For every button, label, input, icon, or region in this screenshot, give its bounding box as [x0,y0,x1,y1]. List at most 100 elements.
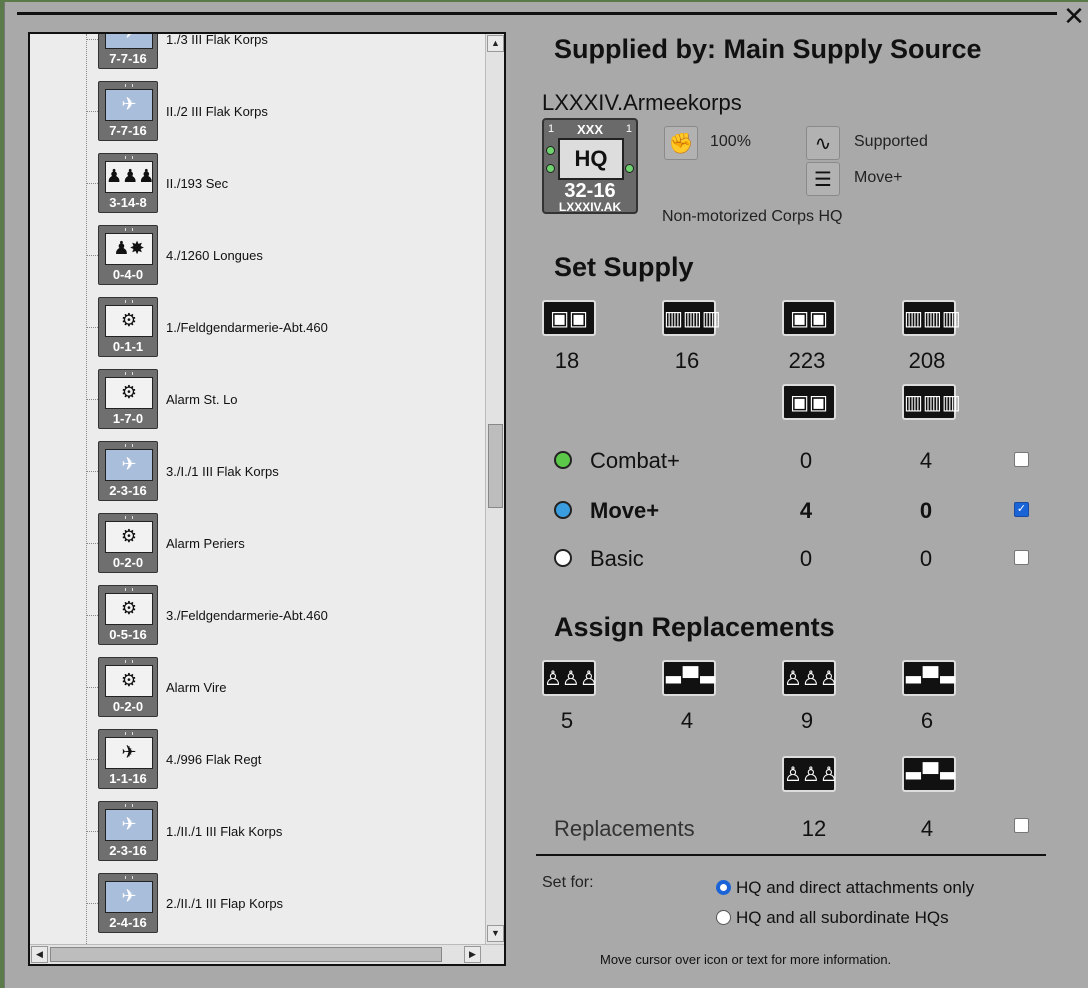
tree-branch [86,327,98,328]
infantry-icon[interactable]: ♙♙♙ [782,756,838,792]
fuel-icon[interactable]: ☰ [806,162,840,196]
unit-name[interactable]: II./2 III Flak Korps [166,104,268,119]
unit-symbol: ⚙ [105,305,153,337]
unit-size-pip [125,804,133,807]
unit-counter[interactable]: ♟✸ 0-4-0 [98,225,158,285]
unit-name[interactable]: II./193 Sec [166,176,228,191]
tree-branch [86,543,98,544]
replacements-checkbox[interactable] [1014,818,1029,833]
tank-icon[interactable]: ▬▀▬ [902,756,957,792]
replacements-label[interactable]: Replacements [554,816,695,842]
unit-list[interactable]: ✈ 7-7-16 1./3 III Flak Korps ✈ 7-7-16 II./2 I… [28,32,506,966]
list-item[interactable]: ⚙ 0-1-1 1./Feldgendarmerie-Abt.460 [30,292,485,364]
scroll-left-icon[interactable]: ◀ [31,946,48,963]
unit-name[interactable]: 4./1260 Longues [166,248,263,263]
list-item[interactable]: ✈ 7-7-16 1./3 III Flak Korps [30,34,485,76]
hq-counter[interactable]: 1 XXX 1 HQ 32-16 LXXXIV.AK [542,118,638,214]
supply-level-checkbox[interactable] [1014,452,1029,467]
fuel-icon[interactable]: ▥▥▥ [662,300,721,336]
unit-name[interactable]: 3./Feldgendarmerie-Abt.460 [166,608,328,623]
unit-size-pip [125,588,133,591]
supply-level-value: 0 [919,546,933,571]
fuel-icon[interactable]: ▥▥▥ [902,300,961,336]
unit-counter[interactable]: ✈ 2-3-16 [98,441,158,501]
unit-counter[interactable]: ✈ 1-1-16 [98,729,158,789]
unit-type-icon: ⚙ [120,310,138,331]
unit-counter[interactable]: ✈ 7-7-16 [98,34,158,69]
infantry-icon[interactable]: ♙♙♙ [782,660,838,696]
unit-counter[interactable]: ⚙ 0-5-16 [98,585,158,645]
set-for-all-label[interactable]: HQ and all subordinate HQs [736,908,949,928]
unit-counter[interactable]: ✈ 2-4-16 [98,873,158,933]
supply-level-value: 0 [919,498,933,523]
unit-counter[interactable]: ⚙ 0-2-0 [98,513,158,573]
horizontal-scrollbar[interactable]: ◀ ▶ [30,944,504,964]
replacement-value: 6 [920,708,934,733]
hq-type: Non-motorized Corps HQ [662,208,843,225]
list-item[interactable]: ✈ 2-3-16 3./I./1 III Flak Korps [30,436,485,508]
unit-name[interactable]: 3./I./1 III Flak Korps [166,464,279,479]
list-item[interactable]: ✈ 2-3-16 1./II./1 III Flak Korps [30,796,485,868]
set-for-all-radio[interactable] [716,910,731,925]
supply-level-checkbox[interactable]: ✓ [1014,502,1029,517]
move-status-label[interactable]: Move+ [854,169,902,187]
supply-value: 18 [554,348,580,373]
supply-level-checkbox[interactable] [1014,550,1029,565]
unit-name[interactable]: 1./3 III Flak Korps [166,34,268,47]
status-led-icon [625,164,634,173]
wave-icon[interactable]: ∿ [806,126,840,160]
list-item[interactable]: ✈ 7-7-16 II./2 III Flak Korps [30,76,485,148]
set-for-direct-radio[interactable] [716,880,731,895]
ammo-icon[interactable]: ▣▣ [542,300,596,336]
list-item[interactable]: ⚙ 1-7-0 Alarm St. Lo [30,364,485,436]
list-item[interactable]: ⚙ 0-5-16 3./Feldgendarmerie-Abt.460 [30,580,485,652]
ammo-icon[interactable]: ▣▣ [782,384,836,420]
unit-strength: 1-7-0 [112,411,144,426]
unit-name[interactable]: 4./996 Flak Regt [166,752,261,767]
close-icon[interactable]: ✕ [1061,4,1087,30]
infantry-icon[interactable]: ♙♙♙ [542,660,598,696]
supply-level-dot-icon [554,501,572,519]
fuel-icon[interactable]: ▥▥▥ [902,384,961,420]
tank-icon[interactable]: ▬▀▬ [902,660,957,696]
unit-name[interactable]: Alarm Vire [166,680,226,695]
list-item[interactable]: ♟♟♟ 3-14-8 II./193 Sec [30,148,485,220]
scroll-up-icon[interactable]: ▲ [487,35,504,52]
list-item[interactable]: ⚙ 0-2-0 Alarm Periers [30,508,485,580]
fist-icon[interactable]: ✊ [664,126,698,160]
list-item[interactable]: ✈ 1-1-16 4./996 Flak Regt [30,724,485,796]
hq-size: XXX [576,122,603,137]
unit-counter[interactable]: ✈ 7-7-16 [98,81,158,141]
scroll-right-icon[interactable]: ▶ [464,946,481,963]
unit-strength: 1-1-16 [109,771,147,786]
list-item[interactable]: ✈ 2-4-16 2./II./1 III Flap Korps [30,868,485,940]
supported-label[interactable]: Supported [854,133,928,151]
list-item[interactable]: ♟✸ 0-4-0 4./1260 Longues [30,220,485,292]
unit-counter[interactable]: ♟♟♟ 3-14-8 [98,153,158,213]
vertical-scrollbar[interactable]: ▲ ▼ [485,34,504,944]
unit-name[interactable]: Alarm Periers [166,536,245,551]
supply-level-label[interactable]: Basic [590,546,644,572]
unit-type-icon: ⚙ [120,526,138,547]
unit-counter[interactable]: ⚙ 1-7-0 [98,369,158,429]
horizontal-scroll-thumb[interactable] [50,947,442,962]
ammo-icon[interactable]: ▣▣ [782,300,836,336]
set-for-direct-label[interactable]: HQ and direct attachments only [736,878,974,898]
tree-branch [86,471,98,472]
unit-name[interactable]: Alarm St. Lo [166,392,238,407]
replacement-value: 9 [800,708,814,733]
unit-symbol: ⚙ [105,593,153,625]
unit-name[interactable]: 1./Feldgendarmerie-Abt.460 [166,320,328,335]
unit-counter[interactable]: ⚙ 0-1-1 [98,297,158,357]
readiness-value[interactable]: 100% [710,133,751,151]
unit-name[interactable]: 1./II./1 III Flak Korps [166,824,282,839]
vertical-scroll-thumb[interactable] [488,424,503,508]
tank-icon[interactable]: ▬▀▬ [662,660,717,696]
unit-counter[interactable]: ⚙ 0-2-0 [98,657,158,717]
list-item[interactable]: ⚙ 0-2-0 Alarm Vire [30,652,485,724]
scroll-down-icon[interactable]: ▼ [487,925,504,942]
unit-counter[interactable]: ✈ 2-3-16 [98,801,158,861]
unit-name[interactable]: 2./II./1 III Flap Korps [166,896,283,911]
supply-level-label[interactable]: Move+ [590,498,659,524]
supply-level-label[interactable]: Combat+ [590,448,680,474]
